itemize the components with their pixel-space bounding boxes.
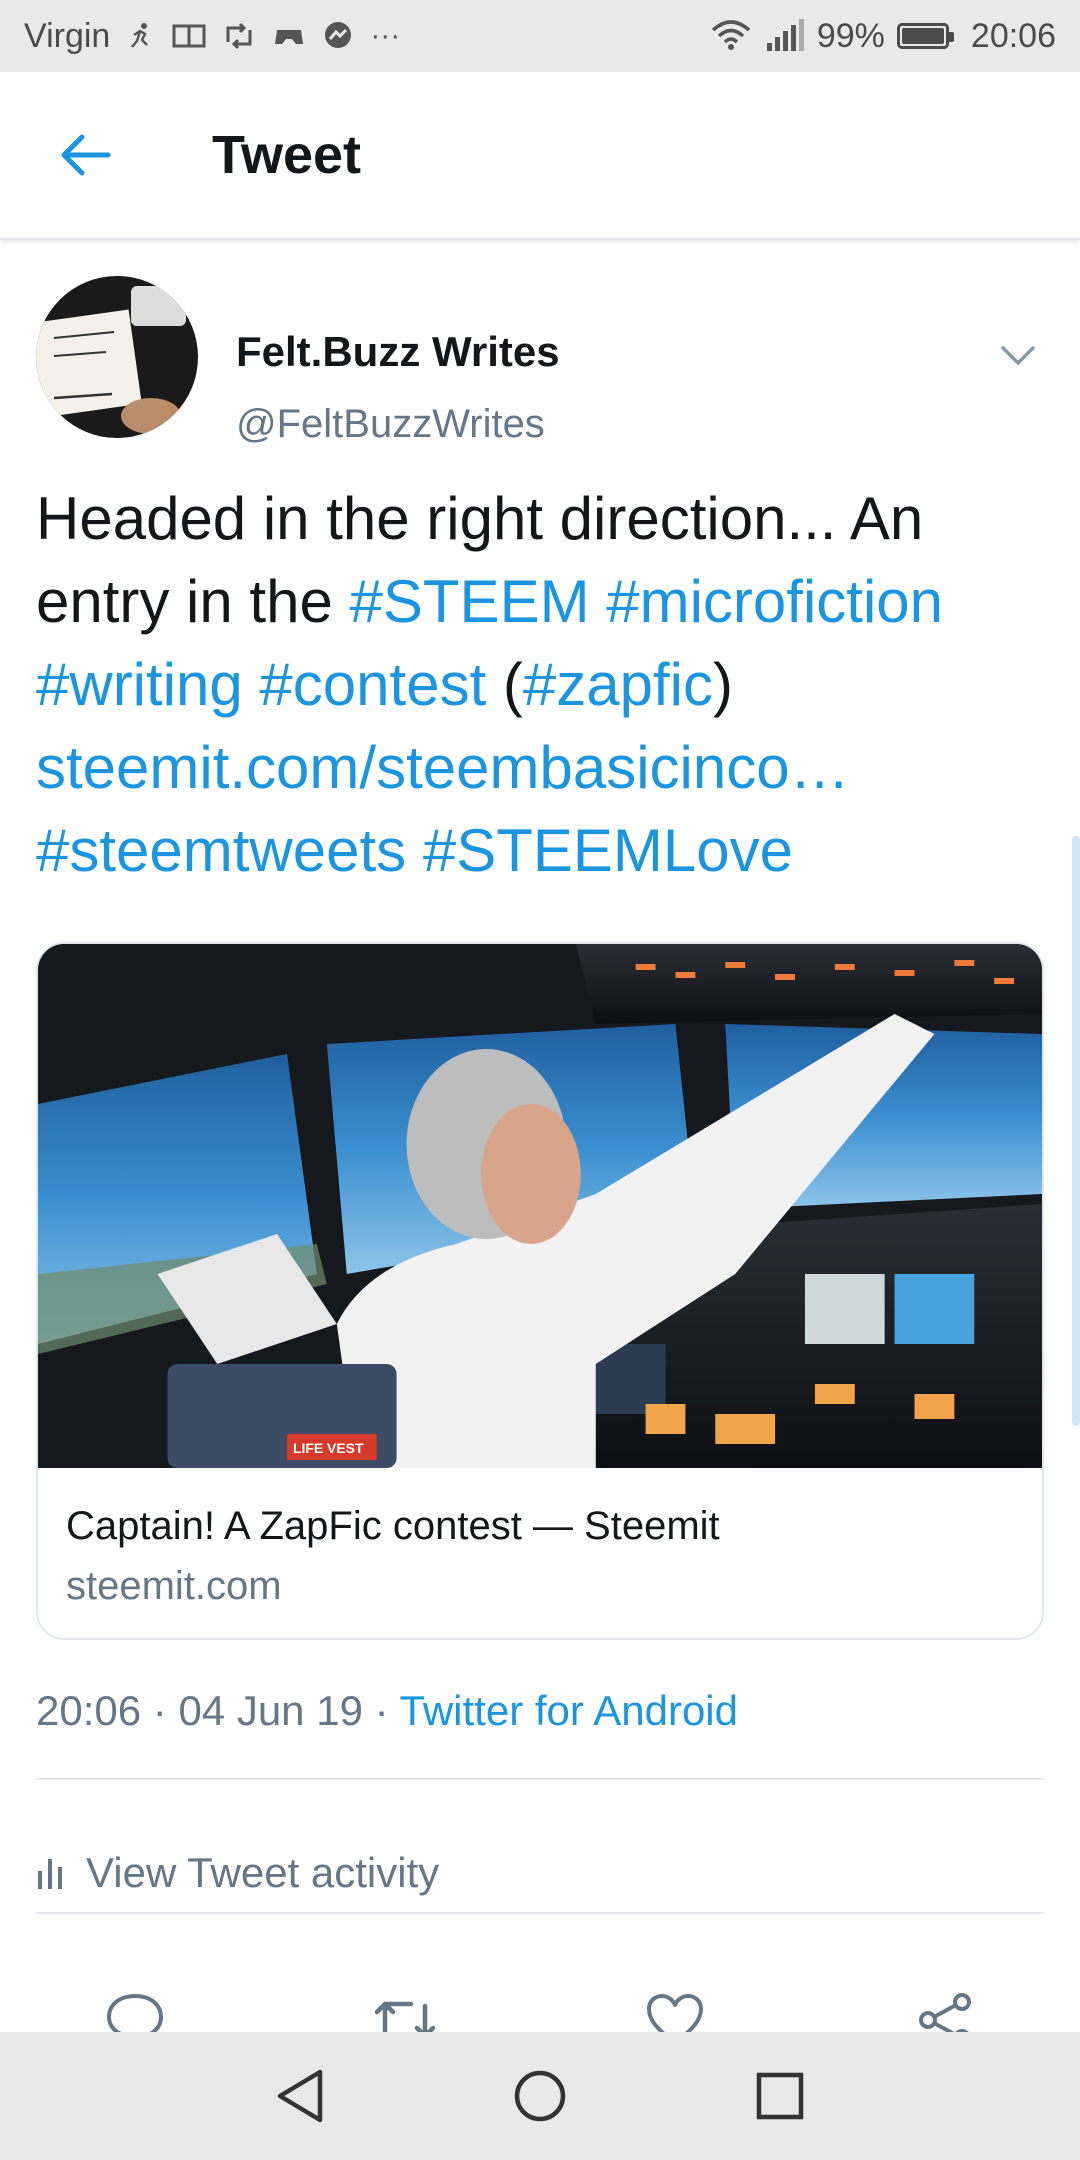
paren-close: ): [713, 651, 733, 718]
status-left: Virgin ···: [24, 16, 400, 56]
circle-home-icon: [514, 2070, 566, 2122]
game-icon: [272, 16, 306, 56]
nav-back-button[interactable]: [260, 2056, 340, 2136]
tweet-source-link[interactable]: Twitter for Android: [400, 1687, 738, 1734]
author-row: Felt.Buzz Writes @FeltBuzzWrites: [36, 276, 1046, 446]
status-bar: Virgin ··· 99% 20:06: [0, 0, 1080, 72]
square-recents-icon: [756, 2072, 804, 2120]
triangle-back-icon: [277, 2069, 323, 2123]
running-icon: [126, 16, 156, 56]
status-right: 99% 20:06: [709, 16, 1056, 56]
signal-icon: [765, 16, 805, 56]
tweet-meta: 20:06 · 04 Jun 19 · Twitter for Android: [36, 1687, 738, 1735]
clock: 20:06: [970, 16, 1056, 55]
tweet-menu-button[interactable]: [990, 336, 1046, 376]
book-icon: [172, 16, 206, 56]
tweet-text-line: Headed in the right direction... An: [36, 485, 924, 552]
hashtag-microfiction[interactable]: #microfiction: [606, 568, 943, 635]
analytics-icon: [38, 1859, 62, 1889]
chevron-down-icon: [1001, 346, 1035, 365]
paren-open: (: [502, 651, 523, 718]
card-image: LIFE VEST: [38, 944, 1042, 1468]
tweet-time: 20:06: [36, 1687, 142, 1734]
tweet-text: Headed in the right direction... An entr…: [36, 477, 1056, 892]
author-handle[interactable]: @FeltBuzzWrites: [236, 402, 545, 447]
nav-home-button[interactable]: [500, 2056, 580, 2136]
card-image-label: LIFE VEST: [293, 1440, 364, 1456]
wifi-icon: [709, 16, 753, 56]
retweet-status-icon: [222, 16, 256, 56]
app-header: Tweet: [0, 72, 1080, 240]
back-button[interactable]: [34, 105, 134, 205]
scrollbar-thumb[interactable]: [1072, 836, 1080, 1426]
status-overflow: ···: [370, 19, 401, 52]
hashtag-steemlove[interactable]: #STEEMLove: [423, 817, 793, 884]
hashtag-steemtweets[interactable]: #steemtweets: [36, 817, 406, 884]
meta-separator: ·: [141, 1687, 179, 1734]
messenger-icon: [322, 16, 354, 56]
author-name[interactable]: Felt.Buzz Writes: [236, 328, 560, 376]
hashtag-steem[interactable]: #STEEM: [350, 568, 590, 635]
battery-icon: [896, 23, 954, 49]
carrier-label: Virgin: [24, 16, 111, 55]
view-tweet-activity[interactable]: View Tweet activity: [36, 1808, 1044, 1938]
avatar[interactable]: [36, 276, 198, 438]
back-arrow-icon: [61, 134, 111, 176]
card-title: Captain! A ZapFic contest — Steemit: [66, 1504, 720, 1548]
divider: [36, 1912, 1044, 1914]
tweet-text-line: entry in the: [36, 568, 350, 635]
link-card[interactable]: LIFE VEST Captain! A ZapFic contest — St…: [36, 942, 1044, 1640]
card-domain: steemit.com: [66, 1564, 282, 1608]
meta-separator: ·: [362, 1687, 400, 1734]
divider: [36, 1778, 1044, 1780]
hashtag-zapfic[interactable]: #zapfic: [523, 651, 713, 718]
page-title: Tweet: [212, 125, 362, 185]
hashtag-contest[interactable]: #contest: [259, 651, 486, 718]
battery-percent: 99%: [816, 16, 885, 55]
tweet-date: 04 Jun 19: [178, 1687, 363, 1734]
activity-label: View Tweet activity: [86, 1849, 440, 1896]
hashtag-writing[interactable]: #writing: [36, 651, 243, 718]
nav-recents-button[interactable]: [740, 2056, 820, 2136]
system-nav-bar: [0, 2032, 1080, 2160]
tweet-link[interactable]: steemit.com/steembasicinco…: [36, 734, 850, 801]
